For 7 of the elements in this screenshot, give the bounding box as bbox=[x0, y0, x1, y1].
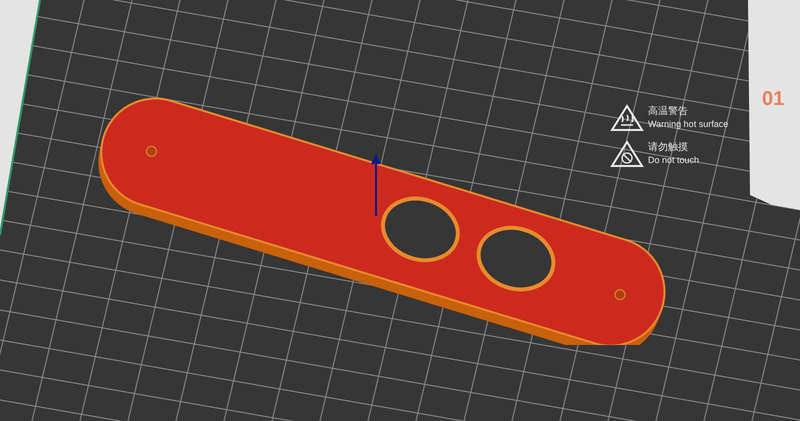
bed-corner-label: 01 bbox=[762, 87, 784, 112]
warning-title: 请勿触摸 bbox=[648, 142, 689, 155]
warning-text: Do not touch bbox=[648, 154, 700, 166]
axis-arrow-icon bbox=[370, 154, 382, 216]
hot-surface-warning-icon bbox=[610, 104, 644, 132]
warning-title: 高温警告 bbox=[648, 106, 689, 119]
warning-text: Warning hot surface bbox=[648, 118, 728, 130]
